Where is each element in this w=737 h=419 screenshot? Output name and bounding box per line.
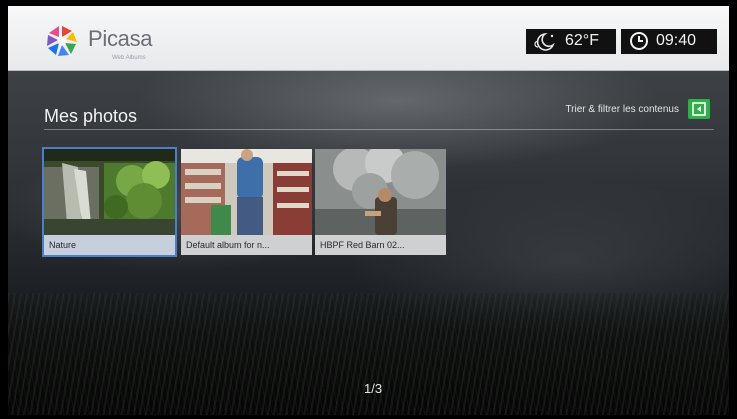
clock-time: 09:40 xyxy=(656,32,697,49)
album-tile-default[interactable]: Default album for n... xyxy=(181,149,312,255)
weather-widget: 62°F xyxy=(526,29,616,54)
header-bar: Picasa Web Albums 62°F 09:40 xyxy=(8,6,729,71)
sort-filter-button[interactable] xyxy=(688,99,710,119)
sort-filter-label[interactable]: Trier & filtrer les contenus xyxy=(565,104,679,115)
clock-widget: 09:40 xyxy=(621,29,717,54)
picasa-pinwheel-icon xyxy=(47,26,77,56)
album-caption: Nature xyxy=(44,235,175,255)
album-thumbnail xyxy=(315,149,446,235)
page-title: Mes photos xyxy=(44,106,138,126)
clock-icon xyxy=(630,32,648,50)
sort-filter-icon xyxy=(692,102,706,116)
logo-wordmark: Picasa xyxy=(88,26,153,51)
moon-cloud-icon xyxy=(534,32,555,51)
album-thumbnail xyxy=(44,149,175,235)
temperature-readout: 62°F xyxy=(565,32,599,49)
main-content: Mes photos Trier & filtrer les contenus xyxy=(8,71,729,415)
title-divider xyxy=(44,129,714,130)
picasa-logo: Picasa Web Albums xyxy=(44,22,174,62)
album-caption: HBPF Red Barn 02... xyxy=(315,235,446,255)
background-grass xyxy=(8,293,729,415)
logo-subtext: Web Albums xyxy=(112,55,146,61)
album-thumbnail xyxy=(181,149,312,235)
album-tile-hbpf-red-barn[interactable]: HBPF Red Barn 02... xyxy=(315,149,446,255)
album-tile-nature[interactable]: Nature xyxy=(42,147,177,257)
picasa-screen: Picasa Web Albums 62°F 09:40 Mes photos … xyxy=(8,6,729,415)
page-indicator: 1/3 xyxy=(364,381,383,396)
album-caption: Default album for n... xyxy=(181,235,312,255)
